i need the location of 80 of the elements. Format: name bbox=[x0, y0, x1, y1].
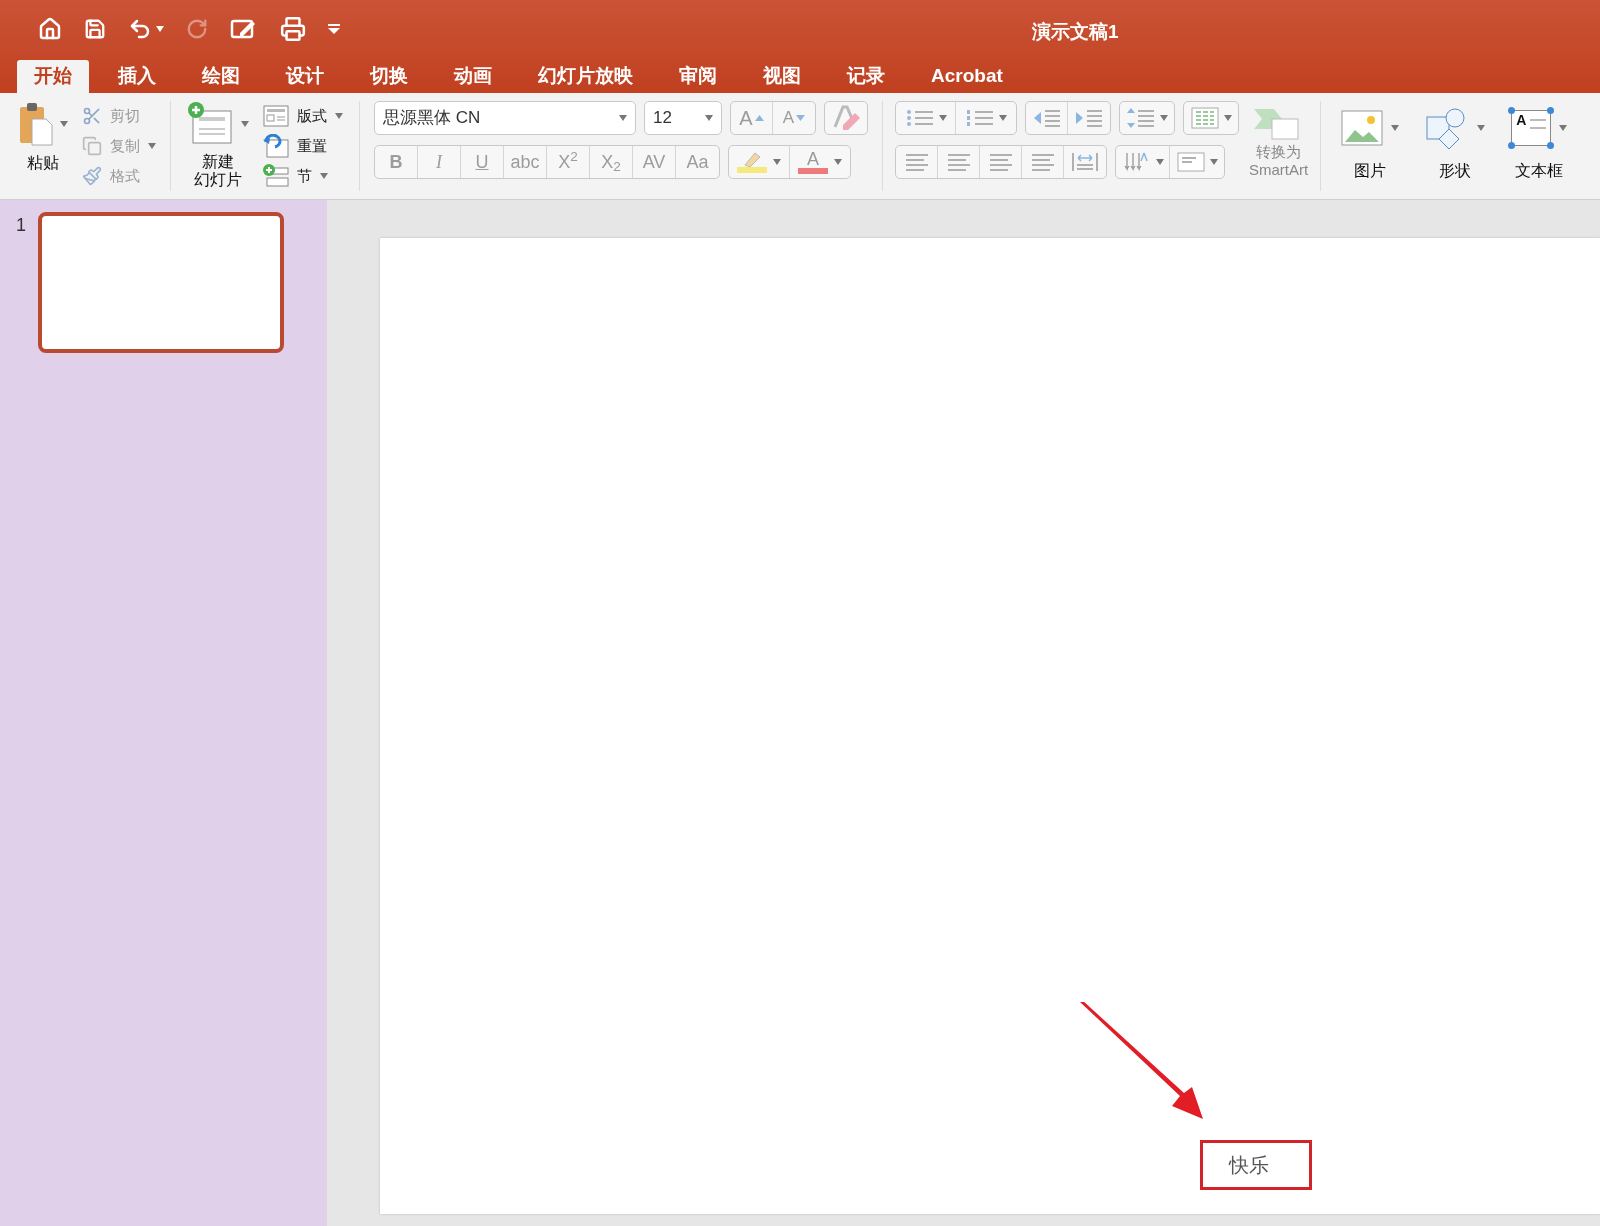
caret-icon bbox=[1391, 125, 1400, 131]
ribbon-tab[interactable]: 开始 bbox=[17, 60, 89, 93]
caret-icon bbox=[773, 159, 781, 165]
caret-icon bbox=[705, 115, 713, 121]
layout-icon bbox=[263, 105, 289, 127]
eraser-icon bbox=[831, 105, 861, 131]
new-slide-icon bbox=[187, 101, 233, 147]
align-text-icon[interactable] bbox=[1176, 149, 1206, 175]
reset-icon bbox=[263, 134, 289, 158]
ribbon-button[interactable]: 重置 bbox=[263, 131, 343, 161]
format-button[interactable]: Aa bbox=[676, 146, 719, 178]
clipboard-icon bbox=[18, 101, 54, 147]
ribbon-tab[interactable]: 设计 bbox=[269, 60, 341, 93]
ribbon-tab[interactable]: 审阅 bbox=[662, 60, 734, 93]
ribbon-tab[interactable]: 绘图 bbox=[185, 60, 257, 93]
paste-button[interactable]: 粘贴 bbox=[18, 101, 68, 175]
insert-button[interactable]: 图片 bbox=[1341, 107, 1400, 183]
clear-format-button[interactable] bbox=[824, 101, 868, 135]
scissors-icon bbox=[82, 106, 102, 126]
grow-font-button[interactable]: A bbox=[731, 102, 773, 134]
caret-icon bbox=[335, 113, 343, 119]
edit-document-icon[interactable] bbox=[230, 17, 258, 41]
redo-icon bbox=[186, 18, 208, 40]
ribbon-tab[interactable]: Acrobat bbox=[914, 60, 1020, 93]
caret-icon bbox=[1160, 115, 1168, 121]
caret-icon bbox=[1224, 115, 1232, 121]
copy-icon bbox=[82, 136, 102, 156]
columns-button[interactable] bbox=[1183, 101, 1239, 135]
caret-icon bbox=[241, 121, 249, 127]
caret-icon bbox=[619, 115, 627, 121]
ribbon-tab[interactable]: 插入 bbox=[101, 60, 173, 93]
format-button[interactable]: AV bbox=[633, 146, 676, 178]
caret-icon bbox=[320, 173, 328, 179]
columns-icon[interactable] bbox=[1190, 105, 1220, 131]
ribbon-tab[interactable]: 动画 bbox=[437, 60, 509, 93]
picture-icon bbox=[1341, 110, 1384, 146]
caret-icon bbox=[1477, 125, 1486, 131]
format-button[interactable]: X$^{2}$ bbox=[547, 146, 590, 178]
ribbon-tab[interactable]: 视图 bbox=[746, 60, 818, 93]
caret-icon bbox=[60, 121, 68, 127]
home-icon[interactable] bbox=[38, 17, 62, 41]
down-triangle-icon bbox=[796, 115, 806, 121]
paintbrush-icon bbox=[82, 166, 102, 186]
ribbon-button[interactable]: 版式 bbox=[263, 101, 343, 131]
caret-icon bbox=[1210, 159, 1218, 165]
save-icon[interactable] bbox=[84, 18, 106, 40]
up-triangle-icon bbox=[754, 115, 764, 121]
font-size-field[interactable]: 12 bbox=[644, 101, 722, 135]
ribbon-button[interactable]: 节 bbox=[263, 161, 343, 191]
new-slide-button[interactable]: 新建 幻灯片 bbox=[187, 101, 249, 189]
format-button[interactable]: U bbox=[461, 146, 504, 178]
customize-icon[interactable] bbox=[328, 24, 340, 34]
section-icon bbox=[263, 164, 289, 188]
caret-icon bbox=[1155, 159, 1164, 165]
slide-thumbnail[interactable] bbox=[38, 212, 284, 353]
slide-text: 快乐 bbox=[1229, 1153, 1269, 1178]
insert-button[interactable]: 形状 bbox=[1425, 107, 1486, 183]
undo-icon[interactable] bbox=[128, 17, 152, 41]
textbox-icon: A bbox=[1511, 110, 1552, 146]
print-icon[interactable] bbox=[280, 16, 306, 42]
caret-icon bbox=[834, 159, 842, 165]
format-button[interactable]: abc bbox=[504, 146, 547, 178]
caret-icon bbox=[1559, 125, 1568, 131]
format-button[interactable]: I bbox=[418, 146, 461, 178]
ribbon-tab[interactable]: 幻灯片放映 bbox=[521, 60, 650, 93]
caret-icon bbox=[148, 143, 156, 149]
caret-icon bbox=[999, 115, 1007, 121]
ribbon-tab[interactable]: 记录 bbox=[830, 60, 902, 93]
window-title: 演示文稿1 bbox=[1032, 20, 1119, 44]
font-name-field[interactable]: 思源黑体 CN bbox=[374, 101, 636, 135]
line-spacing-button[interactable] bbox=[1119, 101, 1175, 135]
caret-icon[interactable] bbox=[156, 26, 164, 32]
slide-number: 1 bbox=[16, 214, 26, 237]
font-color-button[interactable]: A bbox=[807, 150, 819, 168]
format-button[interactable]: X$_{2}$ bbox=[590, 146, 633, 178]
ribbon-tab[interactable]: 切换 bbox=[353, 60, 425, 93]
format-button[interactable]: B bbox=[375, 146, 418, 178]
shrink-font-button[interactable]: A bbox=[773, 102, 815, 134]
caret-icon bbox=[938, 115, 947, 121]
insert-button[interactable]: A 文本框 bbox=[1511, 107, 1568, 183]
